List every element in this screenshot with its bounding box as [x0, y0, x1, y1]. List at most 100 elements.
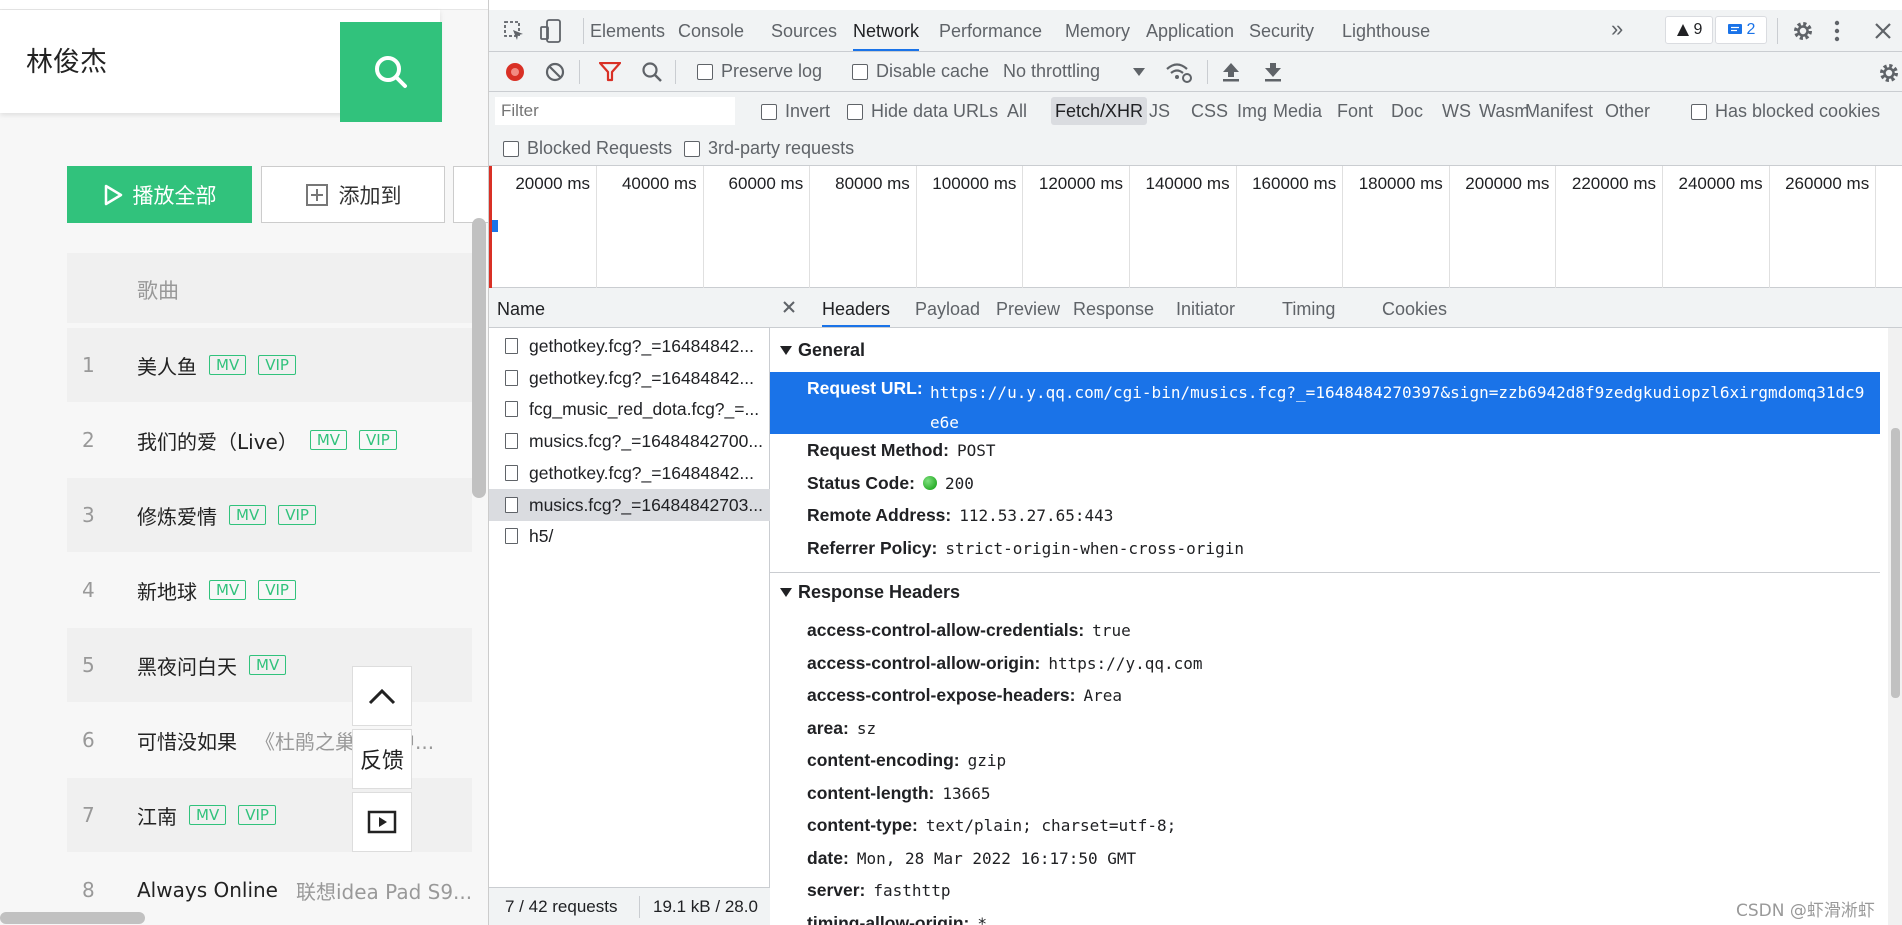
third-party-checkbox[interactable]: 3rd-party requests: [684, 138, 854, 159]
detail-tab-timing[interactable]: Timing: [1282, 288, 1335, 327]
tab-security[interactable]: Security: [1249, 10, 1314, 51]
general-section-header[interactable]: General: [780, 340, 865, 361]
general-header-row[interactable]: Request Method: POST: [807, 440, 995, 461]
network-overview-timeline[interactable]: 20000 ms 40000 ms 60000 ms 80000 ms 100000 m…: [489, 166, 1902, 288]
song-title[interactable]: 黑夜问白天: [137, 651, 237, 680]
filter-type-ws[interactable]: WS: [1442, 97, 1471, 125]
song-row[interactable]: 4 新地球 MV VIP: [67, 553, 472, 627]
filter-type-doc[interactable]: Doc: [1391, 97, 1423, 125]
network-conditions-icon[interactable]: [1165, 60, 1193, 84]
tab-sources[interactable]: Sources: [771, 10, 837, 51]
general-header-row[interactable]: Referrer Policy: strict-origin-when-cross…: [807, 538, 1244, 559]
general-header-row[interactable]: Remote Address: 112.53.27.65:443: [807, 505, 1113, 526]
filter-type-font[interactable]: Font: [1337, 97, 1373, 125]
add-to-button[interactable]: 添加到: [261, 166, 445, 223]
checkbox-box[interactable]: [847, 103, 863, 120]
response-headers-section-header[interactable]: Response Headers: [780, 582, 960, 603]
hide-data-urls-checkbox[interactable]: Hide data URLs: [847, 101, 998, 122]
throttling-select[interactable]: No throttling: [1003, 61, 1146, 82]
close-icon[interactable]: [1873, 21, 1893, 41]
tab-lighthouse[interactable]: Lighthouse: [1342, 10, 1430, 51]
kebab-menu-icon[interactable]: [1833, 19, 1841, 43]
request-row[interactable]: fcg_music_red_dota.fcg?_=...: [489, 393, 770, 425]
response-header-row[interactable]: content-encoding: gzip: [807, 750, 1006, 771]
request-url-row[interactable]: Request URL: https://u.y.qq.com/cgi-bin/…: [770, 372, 1880, 434]
tab-application[interactable]: Application: [1146, 10, 1234, 51]
song-title[interactable]: 江南: [137, 801, 177, 830]
response-header-row[interactable]: content-length: 13665: [807, 783, 991, 804]
clear-icon[interactable]: [545, 62, 565, 82]
request-row[interactable]: h5/: [489, 520, 770, 552]
checkbox-box[interactable]: [697, 63, 713, 80]
inspect-element-icon[interactable]: [503, 20, 525, 42]
more-tabs-icon[interactable]: »: [1611, 10, 1623, 51]
tab-memory[interactable]: Memory: [1065, 10, 1130, 51]
request-row[interactable]: gethotkey.fcg?_=16484842...: [489, 457, 770, 489]
filter-type-fetch-xhr[interactable]: Fetch/XHR: [1051, 97, 1148, 125]
device-toolbar-icon[interactable]: [539, 18, 563, 44]
blocked-requests-checkbox[interactable]: Blocked Requests: [503, 138, 672, 159]
filter-type-media[interactable]: Media: [1273, 97, 1322, 125]
horizontal-scrollbar[interactable]: [0, 912, 145, 924]
song-row[interactable]: 3 修炼爱情 MV VIP: [67, 478, 472, 552]
song-title[interactable]: 修炼爱情: [137, 501, 217, 530]
filter-type-img[interactable]: Img: [1237, 97, 1267, 125]
detail-tab-headers[interactable]: Headers: [822, 288, 891, 327]
disable-cache-checkbox[interactable]: Disable cache: [852, 61, 989, 82]
filter-type-js[interactable]: JS: [1149, 97, 1170, 125]
song-title[interactable]: 可惜没如果: [137, 726, 237, 755]
search-input[interactable]: [26, 40, 326, 86]
warnings-badge[interactable]: 9: [1665, 16, 1713, 44]
song-row[interactable]: 2 我们的爱（Live） MV VIP: [67, 403, 472, 477]
response-header-row[interactable]: access-control-allow-credentials: true: [807, 620, 1131, 641]
detail-tab-payload[interactable]: Payload: [915, 288, 980, 327]
player-button[interactable]: [352, 792, 412, 852]
download-icon[interactable]: [1263, 61, 1283, 83]
record-icon[interactable]: [505, 62, 525, 82]
request-row[interactable]: gethotkey.fcg?_=16484842...: [489, 330, 770, 362]
response-header-row[interactable]: access-control-allow-origin: https://y.qq…: [807, 653, 1203, 674]
filter-type-all[interactable]: All: [1007, 97, 1027, 125]
song-title[interactable]: 新地球: [137, 576, 197, 605]
song-title[interactable]: Always Online: [137, 878, 278, 902]
search-icon[interactable]: [641, 61, 663, 83]
details-scrollbar[interactable]: [1888, 328, 1902, 925]
request-row[interactable]: musics.fcg?_=16484842700...: [489, 425, 770, 457]
song-title[interactable]: 美人鱼: [137, 351, 197, 380]
tab-network[interactable]: Network: [853, 10, 920, 51]
mv-badge[interactable]: MV: [189, 805, 227, 825]
preserve-log-checkbox[interactable]: Preserve log: [697, 61, 822, 82]
general-header-row[interactable]: Status Code: 200: [807, 473, 974, 494]
messages-badge[interactable]: 2: [1715, 16, 1767, 44]
response-header-row[interactable]: timing-allow-origin: *: [807, 913, 987, 925]
song-row[interactable]: 1 美人鱼 MV VIP: [67, 328, 472, 402]
filter-type-css[interactable]: CSS: [1191, 97, 1228, 125]
filter-type-other[interactable]: Other: [1605, 97, 1650, 125]
checkbox-box[interactable]: [503, 140, 519, 157]
mv-badge[interactable]: MV: [209, 355, 247, 375]
filter-icon[interactable]: [599, 62, 621, 82]
invert-checkbox[interactable]: Invert: [761, 101, 830, 122]
response-header-row[interactable]: content-type: text/plain; charset=utf-8;: [807, 815, 1176, 836]
detail-tab-response[interactable]: Response: [1073, 288, 1154, 327]
detail-tab-cookies[interactable]: Cookies: [1382, 288, 1447, 327]
play-all-button[interactable]: 播放全部: [67, 166, 252, 223]
back-to-top-button[interactable]: [352, 666, 412, 726]
mv-badge[interactable]: MV: [309, 430, 348, 450]
tab-performance[interactable]: Performance: [939, 10, 1042, 51]
filter-input[interactable]: [495, 97, 735, 125]
response-header-row[interactable]: access-control-expose-headers: Area: [807, 685, 1122, 706]
response-header-row[interactable]: date: Mon, 28 Mar 2022 16:17:50 GMT: [807, 848, 1136, 869]
mv-badge[interactable]: MV: [209, 580, 247, 600]
mv-badge[interactable]: MV: [229, 505, 267, 525]
search-button[interactable]: [340, 22, 442, 122]
details-scroll-thumb[interactable]: [1891, 428, 1900, 698]
close-details-icon[interactable]: [782, 300, 796, 314]
song-title[interactable]: 我们的爱（Live）: [137, 426, 298, 455]
has-blocked-cookies-checkbox[interactable]: Has blocked cookies: [1691, 101, 1880, 122]
checkbox-box[interactable]: [684, 140, 700, 157]
tab-console[interactable]: Console: [678, 10, 744, 51]
upload-icon[interactable]: [1221, 61, 1241, 83]
filter-type-wasm[interactable]: Wasm: [1479, 97, 1529, 125]
feedback-button[interactable]: 反馈: [352, 729, 412, 789]
